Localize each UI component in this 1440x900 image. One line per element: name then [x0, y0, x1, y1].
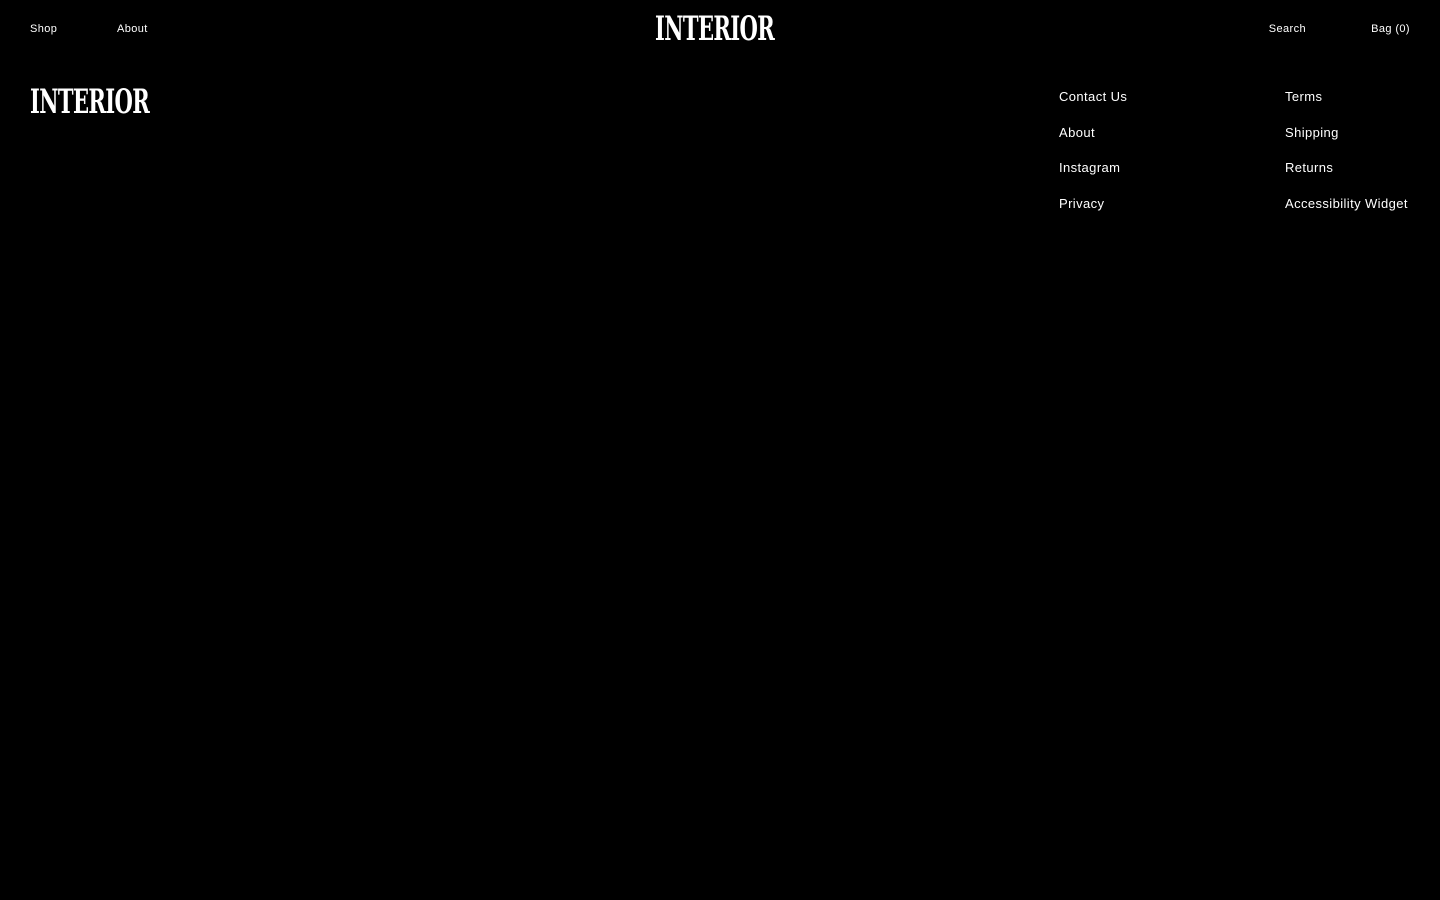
- site-header: Shop About INTERIOR Search Bag (0): [0, 0, 1440, 58]
- footer-logo-text: INTERIOR: [30, 85, 150, 119]
- footer-link-accessibility-widget[interactable]: Accessibility Widget: [1285, 196, 1408, 211]
- footer-link-terms[interactable]: Terms: [1285, 89, 1408, 104]
- footer-link-contact-us[interactable]: Contact Us: [1059, 89, 1127, 104]
- footer-link-returns[interactable]: Returns: [1285, 160, 1408, 175]
- bag-link[interactable]: Bag (0): [1371, 22, 1410, 36]
- footer-links-column-2: Terms Shipping Returns Accessibility Wid…: [1285, 89, 1408, 231]
- header-logo[interactable]: INTERIOR: [655, 12, 785, 46]
- footer-logo[interactable]: INTERIOR: [30, 85, 160, 119]
- footer-link-instagram[interactable]: Instagram: [1059, 160, 1127, 175]
- nav-about-link[interactable]: About: [117, 22, 148, 36]
- footer-links-column-1: Contact Us About Instagram Privacy: [1059, 89, 1127, 231]
- header-logo-text: INTERIOR: [655, 12, 775, 46]
- nav-shop-link[interactable]: Shop: [30, 22, 57, 36]
- footer-link-about[interactable]: About: [1059, 125, 1127, 140]
- footer-link-privacy[interactable]: Privacy: [1059, 196, 1127, 211]
- page: Shop About INTERIOR Search Bag (0) INTER…: [0, 0, 1440, 900]
- search-link[interactable]: Search: [1269, 22, 1306, 36]
- footer-link-shipping[interactable]: Shipping: [1285, 125, 1408, 140]
